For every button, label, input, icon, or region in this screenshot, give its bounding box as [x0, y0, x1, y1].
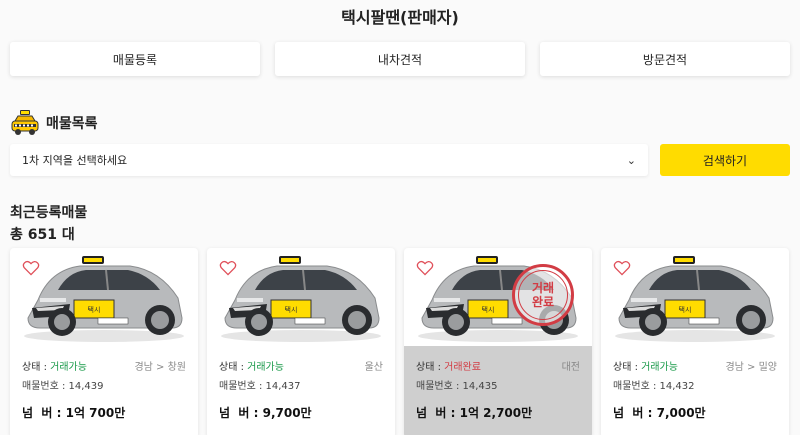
listing-card[interactable]: 택시 상태 : 거래가능 경남 > 창원 매물번호 : 14,439 넘 버 :… — [10, 248, 198, 435]
region-select-value: 1차 지역을 선택하세요 — [22, 154, 128, 167]
card-info: 상태 : 거래가능 울산 매물번호 : 14,437 넘 버 : 9,700만 — [207, 346, 395, 435]
svg-text:택시: 택시 — [679, 305, 692, 314]
listing-number: 매물번호 : 14,439 — [22, 381, 104, 392]
status-label: 상태 : — [416, 362, 445, 373]
region-label: 대전 — [561, 362, 580, 373]
listing-number: 매물번호 : 14,432 — [613, 381, 695, 392]
card-info: 상태 : 거래가능 경남 > 창원 매물번호 : 14,439 넘 버 : 1억… — [10, 346, 198, 435]
my-car-quote-button[interactable]: 내차견적 — [275, 42, 525, 76]
completed-stamp: 거래 완료 — [512, 264, 574, 326]
status-value: 거래가능 — [247, 362, 284, 373]
heart-icon[interactable] — [219, 260, 237, 276]
listing-heading: 매물목록 — [46, 116, 98, 132]
region-label: 경남 > 밀양 — [725, 362, 777, 373]
status-label: 상태 : — [613, 362, 642, 373]
price: 넘 버 : 1억 2,700만 — [416, 406, 533, 420]
search-button[interactable]: 검색하기 — [660, 144, 790, 176]
status-value: 거래가능 — [50, 362, 87, 373]
listing-number: 매물번호 : 14,437 — [219, 381, 301, 392]
region-label: 울산 — [364, 362, 383, 373]
card-info: 상태 : 거래완료 대전 매물번호 : 14,435 넘 버 : 1억 2,70… — [404, 346, 592, 435]
chevron-down-icon: ⌄ — [626, 153, 636, 167]
taxi-icon — [11, 110, 39, 135]
card-info: 상태 : 거래가능 경남 > 밀양 매물번호 : 14,432 넘 버 : 7,… — [601, 346, 789, 435]
svg-text:택시: 택시 — [482, 305, 495, 314]
region-label: 경남 > 창원 — [134, 362, 186, 373]
heart-icon[interactable] — [22, 260, 40, 276]
svg-text:택시: 택시 — [88, 305, 101, 314]
listing-card[interactable]: 택시 상태 : 거래가능 울산 매물번호 : 14,437 넘 버 : 9,70… — [207, 248, 395, 435]
heart-icon[interactable] — [613, 260, 631, 276]
svg-text:택시: 택시 — [285, 305, 298, 314]
price: 넘 버 : 9,700만 — [219, 406, 312, 420]
status-label: 상태 : — [219, 362, 248, 373]
total-count: 총 651 대 — [10, 227, 75, 243]
register-listing-button[interactable]: 매물등록 — [10, 42, 260, 76]
stamp-text: 거래 완료 — [531, 281, 555, 309]
listing-card[interactable]: 택시 거래 완료 상태 : 거래완료 대전 매물번호 : 14,435 넘 버 … — [404, 248, 592, 435]
price: 넘 버 : 7,000만 — [613, 406, 706, 420]
listing-number: 매물번호 : 14,435 — [416, 381, 498, 392]
listing-header: 매물목록 — [10, 108, 98, 138]
recent-listings-heading: 최근등록매물 — [10, 205, 88, 221]
status-value: 거래가능 — [641, 362, 678, 373]
status-label: 상태 : — [22, 362, 51, 373]
visit-quote-button[interactable]: 방문견적 — [540, 42, 790, 76]
heart-icon[interactable] — [416, 260, 434, 276]
listing-card[interactable]: 택시 상태 : 거래가능 경남 > 밀양 매물번호 : 14,432 넘 버 :… — [601, 248, 789, 435]
status-value: 거래완료 — [444, 362, 481, 373]
region-select[interactable]: 1차 지역을 선택하세요 ⌄ — [10, 144, 648, 176]
page-title: 택시팔땐(판매자) — [341, 8, 459, 27]
price: 넘 버 : 1억 700만 — [22, 406, 126, 420]
